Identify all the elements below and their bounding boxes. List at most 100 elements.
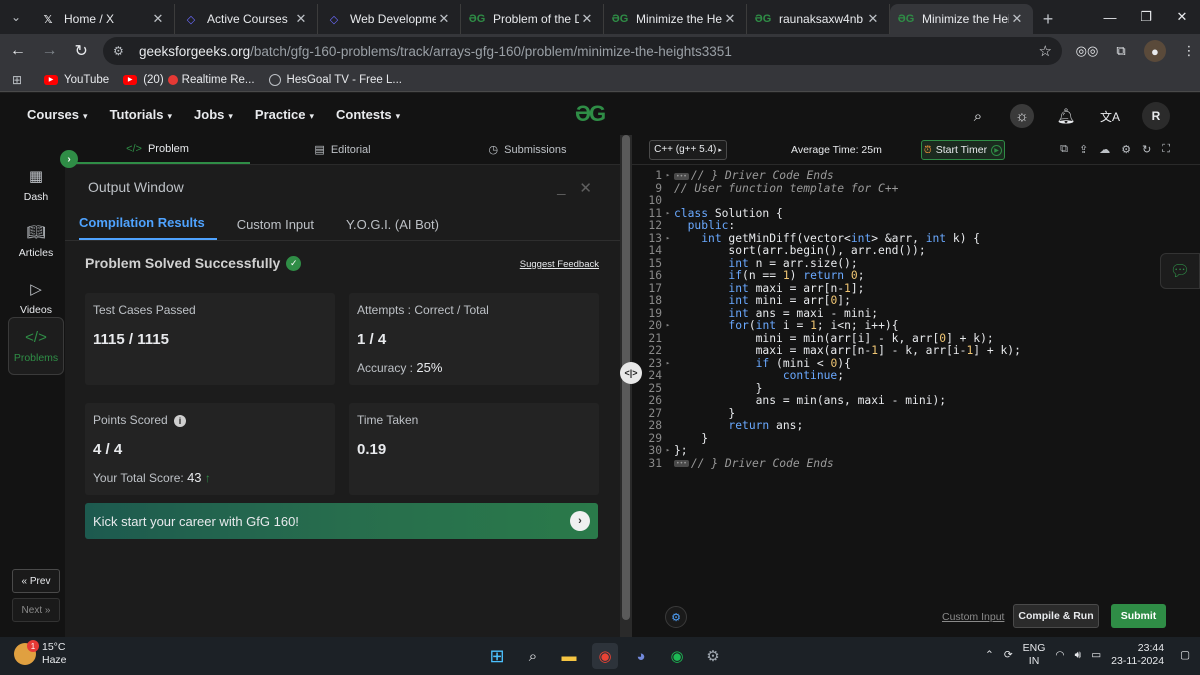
compile-run-button[interactable]: Compile & Run — [1013, 604, 1099, 628]
editor-settings-icon[interactable]: ⚙ — [665, 606, 687, 628]
battery-icon[interactable]: ▭ — [1091, 649, 1101, 661]
close-tab-icon[interactable]: ✕ — [436, 11, 452, 27]
apps-grid-icon[interactable]: ⊞ — [12, 73, 28, 87]
fold-arrow-icon[interactable]: ▸ — [662, 169, 674, 182]
volume-icon[interactable]: 🔊︎ — [1075, 649, 1082, 662]
custom-input-link[interactable]: Custom Input — [942, 611, 1004, 623]
browser-tab[interactable]: 𝕏 Home / X ✕ — [32, 4, 175, 34]
fold-arrow-icon[interactable]: ▸ — [662, 444, 674, 457]
tab-compilation-results[interactable]: Compilation Results — [79, 215, 217, 240]
suggest-feedback-link[interactable]: Suggest Feedback — [520, 259, 599, 270]
spotify-icon[interactable]: ◉ — [664, 643, 690, 669]
fold-arrow-icon[interactable]: ▸ — [662, 357, 674, 370]
minimize-icon[interactable]: — — [1092, 0, 1128, 34]
code-area[interactable]: 1 ▸ •••// } Driver Code Ends 9// User funct… — [632, 165, 1200, 585]
close-tab-icon[interactable]: ✕ — [293, 11, 309, 27]
sidebar-item-dash[interactable]: ▦ Dash — [8, 157, 64, 213]
submit-button[interactable]: Submit — [1111, 604, 1166, 628]
gfg-logo-icon[interactable]: ƏG — [575, 101, 606, 127]
settings-app-icon[interactable]: ⚙ — [700, 643, 726, 669]
tab-custom-input[interactable]: Custom Input — [237, 217, 326, 240]
next-button[interactable]: Next » — [12, 598, 60, 622]
left-panel-scrollbar[interactable] — [620, 135, 632, 637]
browser-tab[interactable]: ƏG Minimize the Heights✕ — [890, 4, 1033, 34]
fold-arrow-icon[interactable]: ▸ — [662, 232, 674, 245]
tab-editorial[interactable]: ▤ Editorial — [250, 135, 435, 164]
collapsed-region-icon[interactable]: ••• — [674, 172, 689, 180]
close-window-icon[interactable]: ✕ — [1164, 0, 1200, 34]
wifi-icon[interactable]: ◠ — [1055, 649, 1064, 661]
notification-icon[interactable]: ▢ — [1180, 649, 1190, 661]
bookmark-realtime[interactable]: ▶ (20) Realtime Re... — [123, 74, 255, 86]
cloud-icon[interactable]: ☁ — [1099, 143, 1110, 156]
chrome-icon[interactable]: ◉ — [592, 643, 618, 669]
nav-tutorials[interactable]: Tutorials ▾ — [110, 107, 172, 122]
minimize-output-icon[interactable]: _ — [557, 179, 565, 197]
new-tab-button[interactable]: + — [1033, 4, 1063, 34]
prev-button[interactable]: « Prev — [12, 569, 60, 593]
info-icon[interactable]: i — [174, 415, 187, 427]
url-bar[interactable]: ⚙ geeksforgeeks.org/batch/gfg-160-proble… — [103, 37, 1062, 65]
forward-arrow-icon[interactable]: → — [36, 37, 64, 65]
close-output-icon[interactable]: ✕ — [579, 179, 592, 197]
close-tab-icon[interactable]: ✕ — [150, 11, 166, 27]
settings-icon[interactable]: ⚙ — [1121, 143, 1131, 156]
close-tab-icon[interactable]: ✕ — [865, 11, 881, 27]
split-resize-handle-icon[interactable]: <|> — [620, 362, 642, 384]
reload-icon[interactable]: ↻ — [67, 37, 95, 65]
profile-avatar-icon[interactable]: ● — [1143, 40, 1166, 62]
chevron-right-icon[interactable]: › — [570, 511, 590, 531]
sidebar-item-problems[interactable]: </> Problems — [8, 317, 64, 375]
search-icon[interactable]: ⌕ — [966, 104, 990, 128]
input-language[interactable]: ENG IN — [1023, 642, 1046, 668]
user-avatar[interactable]: R — [1142, 102, 1170, 130]
tray-overflow-icon[interactable]: ⌃ — [985, 649, 994, 661]
reset-icon[interactable]: ↻ — [1142, 143, 1151, 156]
tab-submissions[interactable]: ◷ Submissions — [435, 135, 620, 164]
sidebar-item-articles[interactable]: 📖︎ Articles — [8, 213, 64, 269]
collapsed-region-icon[interactable]: ••• — [674, 460, 689, 467]
language-select[interactable]: C++ (g++ 5.4) ▸ — [649, 139, 727, 160]
bookmark-star-icon[interactable]: ☆ — [1039, 42, 1052, 60]
fold-arrow-icon[interactable]: ▸ — [662, 319, 674, 332]
browser-tab[interactable]: ƏG Problem of the Day |✕ — [461, 4, 604, 34]
browser-tab[interactable]: ƏG raunaksaxw4nb | Gee✕ — [747, 4, 890, 34]
windows-start-icon[interactable]: ⊞ — [484, 643, 510, 669]
bookmark-youtube[interactable]: ▶ YouTube — [44, 74, 109, 86]
restore-icon[interactable]: ❐ — [1128, 0, 1164, 34]
browser-tab[interactable]: ◇ Active Courses ✕ — [175, 4, 318, 34]
nav-courses[interactable]: Courses ▾ — [27, 107, 88, 122]
upload-icon[interactable]: ⇪ — [1079, 143, 1088, 156]
taskbar-search-icon[interactable]: ⌕ — [520, 643, 546, 669]
file-explorer-icon[interactable]: ▬ — [556, 643, 582, 669]
translate-icon[interactable]: 文A — [1098, 104, 1122, 128]
browser-tab[interactable]: ƏG Minimize the Heights✕ — [604, 4, 747, 34]
copy-icon[interactable]: ⧉ — [1060, 143, 1068, 156]
gfg160-banner[interactable]: Kick start your career with GfG 160! › — [85, 503, 598, 539]
sync-icon[interactable]: ⟳ — [1004, 649, 1013, 661]
extension-glasses-icon[interactable]: ◎◎ — [1076, 40, 1099, 62]
bookmark-hesgoal[interactable]: HesGoal TV - Free L... — [268, 73, 402, 86]
nav-contests[interactable]: Contests ▾ — [336, 107, 400, 122]
nav-practice[interactable]: Practice ▾ — [255, 107, 314, 122]
close-tab-icon[interactable]: ✕ — [579, 11, 595, 27]
tab-yogi-bot[interactable]: Y.O.G.I. (AI Bot) — [346, 217, 451, 240]
weather-widget[interactable]: 1 15°C Haze — [14, 640, 67, 667]
tab-search-icon[interactable]: ⌄ — [0, 0, 32, 34]
browser-menu-icon[interactable]: ⋮ — [1178, 40, 1200, 62]
fullscreen-icon[interactable]: ⛶ — [1162, 143, 1170, 156]
clock[interactable]: 23:44 23-11-2024 — [1111, 642, 1164, 668]
extensions-puzzle-icon[interactable]: ⧉ — [1110, 40, 1132, 62]
discord-icon[interactable]: ◕ — [628, 643, 654, 669]
tab-problem[interactable]: </> Problem — [65, 135, 250, 164]
collapse-chevron-icon[interactable]: › — [60, 150, 78, 168]
notification-bell-icon[interactable]: 🔔︎ — [1054, 104, 1078, 128]
site-info-icon[interactable]: ⚙ — [113, 44, 131, 58]
back-arrow-icon[interactable]: ← — [4, 37, 32, 65]
start-timer-button[interactable]: ⏰︎ Start Timer ▶ — [921, 140, 1005, 160]
browser-tab[interactable]: ◇ Web Development B✕ — [318, 4, 461, 34]
fold-arrow-icon[interactable]: ▸ — [662, 207, 674, 220]
theme-toggle-icon[interactable]: ☼ — [1010, 104, 1034, 128]
chat-icon[interactable]: 💬︎ — [1160, 253, 1200, 289]
nav-jobs[interactable]: Jobs ▾ — [194, 107, 233, 122]
